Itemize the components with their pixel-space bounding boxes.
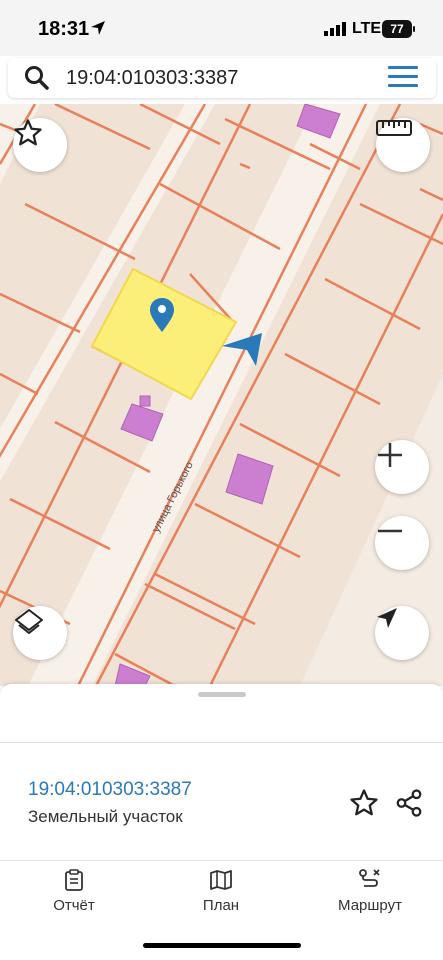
route-icon <box>359 869 380 887</box>
tab-label: План <box>202 897 240 914</box>
zoom-out-icon[interactable] <box>375 516 429 570</box>
parcel-id[interactable]: 19:04:010303:3387 <box>28 779 192 801</box>
layers-icon[interactable] <box>13 606 67 660</box>
favorite-star-icon[interactable] <box>13 118 67 172</box>
status-time: 18:31 <box>38 18 90 40</box>
sheet-drag-handle[interactable] <box>198 692 246 697</box>
battery-icon: 77 <box>382 20 412 38</box>
report-icon <box>65 869 83 891</box>
status-bar: 18:31 LTE 77 <box>0 0 443 56</box>
my-location-icon[interactable] <box>375 606 429 660</box>
divider <box>0 742 443 743</box>
hamburger-menu-icon[interactable] <box>388 66 420 90</box>
tab-report[interactable]: Отчёт <box>42 869 106 914</box>
tab-route[interactable]: Маршрут <box>330 869 410 914</box>
tab-plan[interactable]: План <box>189 869 253 914</box>
tab-label: Маршрут <box>338 897 402 914</box>
parcel-type: Земельный участок <box>28 807 183 826</box>
search-input[interactable]: 19:04:010303:3387 <box>66 67 238 90</box>
battery-tip <box>413 26 415 32</box>
ruler-icon[interactable] <box>376 118 430 172</box>
signal-bars-icon <box>324 22 346 36</box>
map-view[interactable]: улица Горького <box>0 104 443 686</box>
bottom-sheet[interactable]: 19:04:010303:3387 Земельный участок Отчё… <box>0 684 443 960</box>
divider <box>0 860 443 861</box>
favorite-star-icon[interactable] <box>349 788 379 818</box>
map-canvas[interactable] <box>0 104 443 686</box>
map-plan-icon <box>210 870 232 890</box>
zoom-in-icon[interactable] <box>375 440 429 494</box>
location-arrow-icon <box>91 21 105 35</box>
home-indicator[interactable] <box>143 943 301 948</box>
tab-label: Отчёт <box>53 897 95 914</box>
search-icon[interactable] <box>24 65 50 91</box>
share-icon[interactable] <box>394 788 424 818</box>
network-type: LTE <box>352 20 382 37</box>
search-bar[interactable]: 19:04:010303:3387 <box>8 58 436 98</box>
